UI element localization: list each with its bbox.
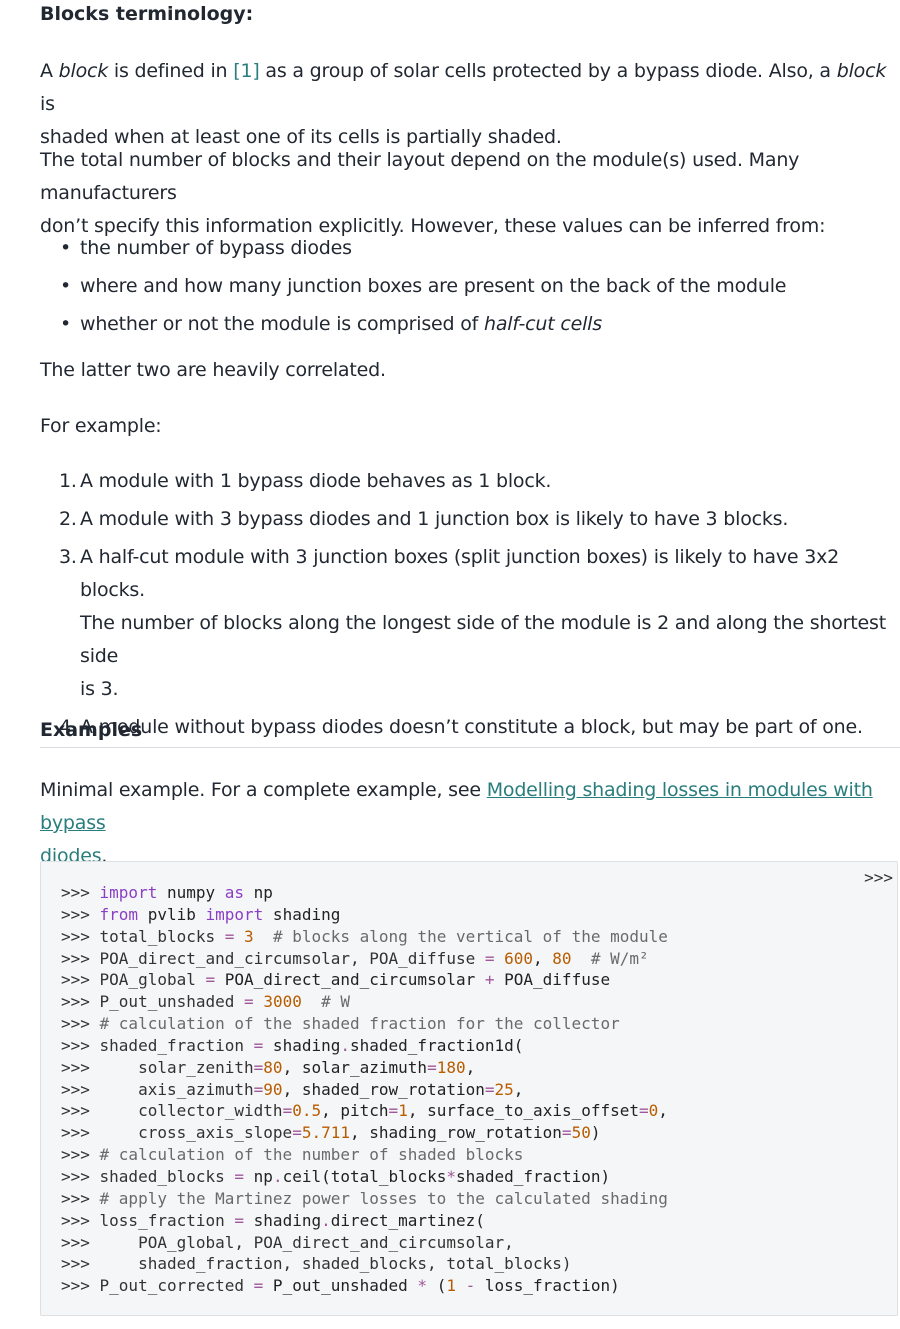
list-item: 3. A half-cut module with 3 junction boxe… [59,546,886,700]
code-line: >>> solar_zenith=80, solar_azimuth=180, [61,1057,476,1077]
code-line: >>> # apply the Martinez power losses to… [61,1188,668,1208]
code-line: >>> POA_global, POA_direct_and_circumsol… [61,1232,514,1252]
code-line: >>> POA_global = POA_direct_and_circumso… [61,970,611,990]
code-line: >>> P_out_corrected = P_out_unshaded * (… [61,1276,620,1296]
code-line: >>> axis_azimuth=90, shaded_row_rotation… [61,1079,524,1099]
code-line: >>> from pvlib import shading [61,904,341,924]
code-block: >>> >>> import numpy as np >>> from pvlib… [40,861,898,1316]
code-line: >>> # calculation of the shaded fraction… [61,1014,620,1034]
reference-link-1[interactable]: [1] [233,60,260,82]
code-line: >>> loss_fraction = shading.direct_marti… [61,1210,485,1230]
code-line: >>> POA_direct_and_circumsolar, POA_diff… [61,948,649,968]
code-line: >>> shaded_fraction, shaded_blocks, tota… [61,1254,572,1274]
para-correlation: The latter two are heavily correlated. [40,359,386,381]
list-item: 2. A module with 3 bypass diodes and 1 ju… [59,508,789,530]
code-line: >>> cross_axis_slope=5.711, shading_row_… [61,1123,601,1143]
code-line: >>> shaded_blocks = np.ceil(total_blocks… [61,1166,611,1186]
inference-bullet-list: the number of bypass diodes where and ho… [40,229,900,343]
code-line: >>> shaded_fraction = shading.shaded_fra… [61,1035,524,1055]
code-line: >>> total_blocks = 3 # blocks along the … [61,926,668,946]
para-block-definition: A block is defined in [1] as a group of … [40,60,887,148]
list-item: whether or not the module is comprised o… [40,305,900,343]
para-examples-intro: Minimal example. For a complete example,… [40,779,873,867]
code-line: >>> P_out_unshaded = 3000 # W [61,992,351,1012]
blocks-terminology-heading: Blocks terminology: [40,3,254,25]
code-line: >>> # calculation of the number of shade… [61,1145,524,1165]
toggle-prompt-button[interactable]: >>> [864,868,893,887]
list-item: 1. A module with 1 bypass diode behaves a… [59,470,552,492]
list-item: where and how many junction boxes are pr… [40,267,900,305]
example-numbered-list: 1. A module with 1 bypass diode behaves a… [40,465,900,749]
para-for-example: For example: [40,415,162,437]
section-divider [40,747,900,748]
list-item: the number of bypass diodes [40,229,900,267]
code-line: >>> collector_width=0.5, pitch=1, surfac… [61,1101,668,1121]
examples-heading: Examples [40,719,143,741]
code-line: >>> import numpy as np [61,883,273,902]
code-listing: >>> import numpy as np >>> from pvlib imp… [61,882,668,1297]
